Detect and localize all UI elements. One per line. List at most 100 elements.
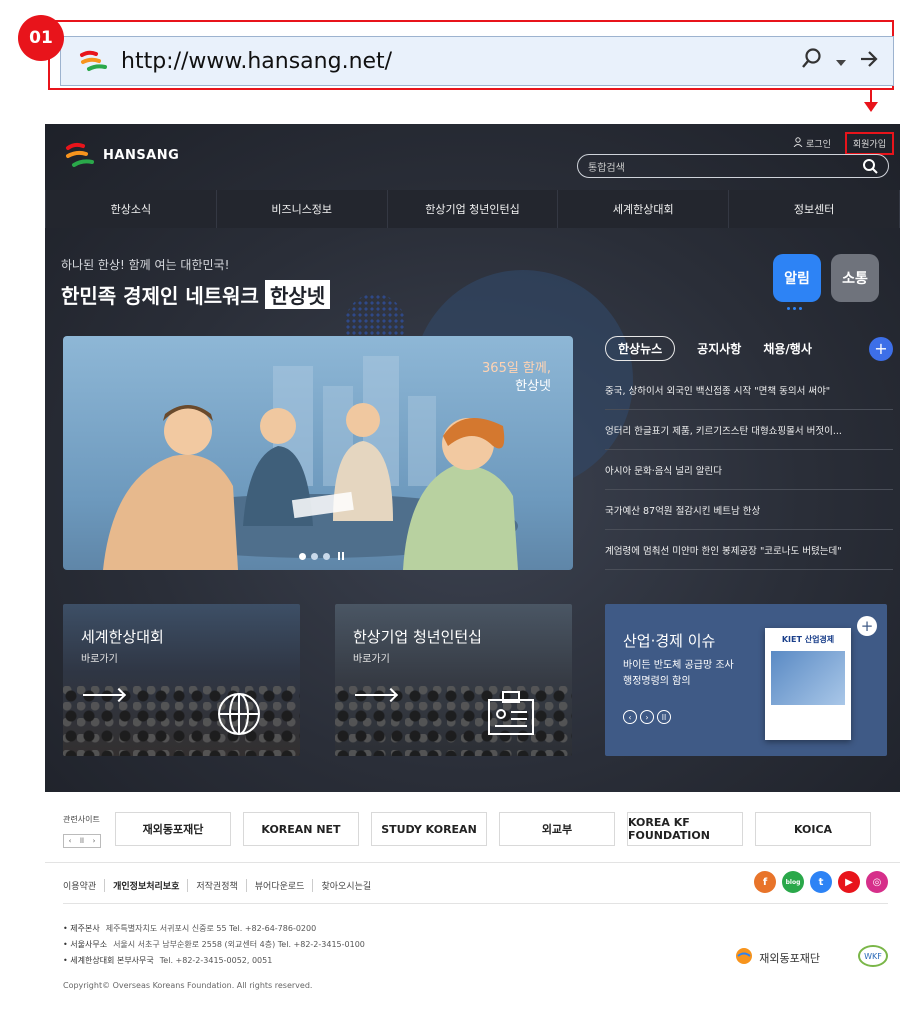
- headline-text: 한민족 경제인 네트워크: [61, 284, 259, 308]
- site-logo[interactable]: HANSANG: [65, 138, 179, 172]
- copyright: Copyright© Overseas Koreans Foundation. …: [63, 981, 313, 990]
- tab-communication[interactable]: 소통: [831, 254, 879, 302]
- header: HANSANG 로그인 회원가입 통합검색: [45, 124, 900, 190]
- info-row-convention: • 세계한상대회 본부사무국 Tel. +82-2-3415-0052, 0051: [63, 956, 273, 965]
- footer-menu: 이용약관 개인정보처리보호 저작권정책 뷰어다운로드 찾아오시는길: [63, 879, 379, 892]
- industry-issue-card[interactable]: 산업·경제 이슈 바이든 반도체 공급망 조사 행정명령의 함의 ‹ › ll …: [605, 604, 887, 756]
- okf-logo-icon: [735, 947, 753, 968]
- footer-brand: 재외동포재단: [735, 947, 820, 968]
- footer-link-location[interactable]: 찾아오시는길: [312, 879, 379, 892]
- news-item[interactable]: 아시아 문화·음식 널리 알린다: [605, 450, 893, 490]
- twitter-icon[interactable]: t: [810, 871, 832, 893]
- annotation-arrow-head: [864, 102, 878, 112]
- related-logo-okf[interactable]: 재외동포재단: [115, 812, 231, 846]
- slider-dot[interactable]: [323, 552, 330, 560]
- slide-caption-line-1: 365일 함께,: [482, 361, 551, 376]
- tab-jobs-events[interactable]: 채용/행사: [763, 340, 812, 357]
- instagram-icon[interactable]: ◎: [866, 871, 888, 893]
- hero-headline: 한민족 경제인 네트워크 한상넷: [61, 280, 331, 309]
- nav-item-info-center[interactable]: 정보센터: [729, 190, 900, 228]
- tab-notice[interactable]: 알림: [773, 254, 821, 302]
- pause-icon[interactable]: ll: [76, 835, 88, 847]
- pause-icon[interactable]: [338, 552, 344, 560]
- related-logo-koica[interactable]: KOICA: [755, 812, 871, 846]
- search-icon[interactable]: [862, 158, 878, 174]
- arrow-right-icon: [355, 694, 395, 696]
- footer: 이용약관 개인정보처리보호 저작권정책 뷰어다운로드 찾아오시는길 f blog…: [45, 862, 900, 1011]
- news-item[interactable]: 중국, 상하이서 외국인 백신접종 시작 "면책 동의서 써야": [605, 370, 893, 410]
- issue-controls: ‹ › ll: [623, 710, 671, 724]
- user-icon: [793, 137, 806, 150]
- related-logo-kf[interactable]: KOREA KF FOUNDATION: [627, 812, 743, 846]
- login-link[interactable]: 로그인: [793, 137, 831, 150]
- world-convention-card[interactable]: 세계한상대회 바로가기: [63, 604, 300, 756]
- related-sites-label: 관련사이트: [63, 815, 100, 824]
- hero-tagline: 하나된 한상! 함께 여는 대한민국!: [61, 258, 230, 272]
- go-arrow-icon[interactable]: [859, 49, 879, 74]
- footer-link-terms[interactable]: 이용약관: [63, 879, 104, 892]
- main-nav: 한상소식 비즈니스정보 한상기업 청년인턴십 세계한상대회 정보센터: [45, 190, 900, 228]
- nav-item-world-convention[interactable]: 세계한상대회: [558, 190, 730, 228]
- arrow-right-icon: [83, 694, 123, 696]
- headline-highlight: 한상넷: [264, 280, 331, 309]
- address-url[interactable]: http://www.hansang.net/: [121, 49, 392, 74]
- issue-more-button[interactable]: +: [857, 616, 877, 636]
- blog-icon[interactable]: blog: [782, 871, 804, 893]
- prev-icon[interactable]: ‹: [623, 710, 637, 724]
- next-icon[interactable]: ›: [88, 835, 100, 847]
- card-title: 세계한상대회: [81, 628, 164, 646]
- tab-indicator: [787, 307, 802, 310]
- search-input[interactable]: 통합검색: [577, 154, 889, 178]
- nav-item-hansang-news[interactable]: 한상소식: [45, 190, 217, 228]
- logo-text: HANSANG: [103, 147, 180, 163]
- news-item[interactable]: 국가예산 87억원 절감시킨 베트남 한상: [605, 490, 893, 530]
- prev-icon[interactable]: ‹: [64, 835, 76, 847]
- slider-dot[interactable]: [311, 552, 318, 560]
- footer-divider: [63, 903, 888, 904]
- news-item[interactable]: 엉터리 한글표기 제품, 키르기즈스탄 대형쇼핑몰서 버젓이...: [605, 410, 893, 450]
- info-row-jeju: • 제주본사 제주특별자치도 서귀포시 신중로 55 Tel. +82-64-78…: [63, 924, 317, 933]
- magazine-cover[interactable]: KIET 산업경제: [765, 628, 851, 740]
- social-links: f blog t ▶ ◎: [754, 871, 888, 893]
- step-badge: 01: [18, 15, 64, 61]
- slide-caption: 365일 함께, 한상넷: [482, 360, 551, 396]
- related-controls: ‹ ll ›: [63, 834, 101, 848]
- dropdown-arrow-icon[interactable]: [835, 49, 847, 74]
- search-icon[interactable]: [801, 47, 823, 75]
- certification-badge: WKF: [858, 945, 888, 967]
- facebook-icon[interactable]: f: [754, 871, 776, 893]
- issue-title: 산업·경제 이슈: [623, 632, 716, 650]
- news-item[interactable]: 계엄령에 멈춰선 미얀마 한인 봉제공장 "코로나도 버텼는데": [605, 530, 893, 570]
- join-link[interactable]: 회원가입: [844, 132, 894, 155]
- footer-brand-name: 재외동포재단: [759, 951, 820, 965]
- hero-slider[interactable]: 365일 함께, 한상넷: [63, 336, 573, 570]
- magazine-image: [771, 651, 845, 705]
- related-logo-study-korean[interactable]: STUDY KOREAN: [371, 812, 487, 846]
- pause-icon[interactable]: ll: [657, 710, 671, 724]
- login-label: 로그인: [806, 140, 831, 150]
- annotation-arrow: [870, 90, 872, 102]
- card-subtitle: 바로가기: [353, 654, 390, 665]
- related-logo-korean-net[interactable]: KOREAN NET: [243, 812, 359, 846]
- internship-card[interactable]: 한상기업 청년인턴십 바로가기: [335, 604, 572, 756]
- next-icon[interactable]: ›: [640, 710, 654, 724]
- youtube-icon[interactable]: ▶: [838, 871, 860, 893]
- news-tabs: 한상뉴스 공지사항 채용/행사 +: [605, 336, 893, 361]
- tab-announcements[interactable]: 공지사항: [697, 340, 741, 357]
- notice-tabs: 알림 소통: [773, 254, 879, 302]
- tab-hansang-news[interactable]: 한상뉴스: [605, 336, 676, 361]
- slider-dot[interactable]: [299, 552, 306, 560]
- nav-item-business-info[interactable]: 비즈니스정보: [217, 190, 388, 228]
- address-bar[interactable]: http://www.hansang.net/: [60, 36, 894, 86]
- footer-link-copyright[interactable]: 저작권정책: [187, 879, 245, 892]
- footer-info: • 제주본사 제주특별자치도 서귀포시 신중로 55 Tel. +82-64-78…: [63, 921, 365, 969]
- footer-link-viewer[interactable]: 뷰어다운로드: [245, 879, 313, 892]
- footer-link-privacy[interactable]: 개인정보처리보호: [104, 879, 187, 892]
- slide-caption-line-2: 한상넷: [515, 379, 551, 394]
- news-more-button[interactable]: +: [869, 336, 893, 361]
- slider-pagination: [299, 552, 344, 560]
- nav-item-internship[interactable]: 한상기업 청년인턴십: [388, 190, 559, 228]
- card-title: 한상기업 청년인턴십: [353, 628, 482, 646]
- util-menu: 로그인 회원가입: [793, 132, 894, 155]
- related-logo-mofa[interactable]: 외교부: [499, 812, 615, 846]
